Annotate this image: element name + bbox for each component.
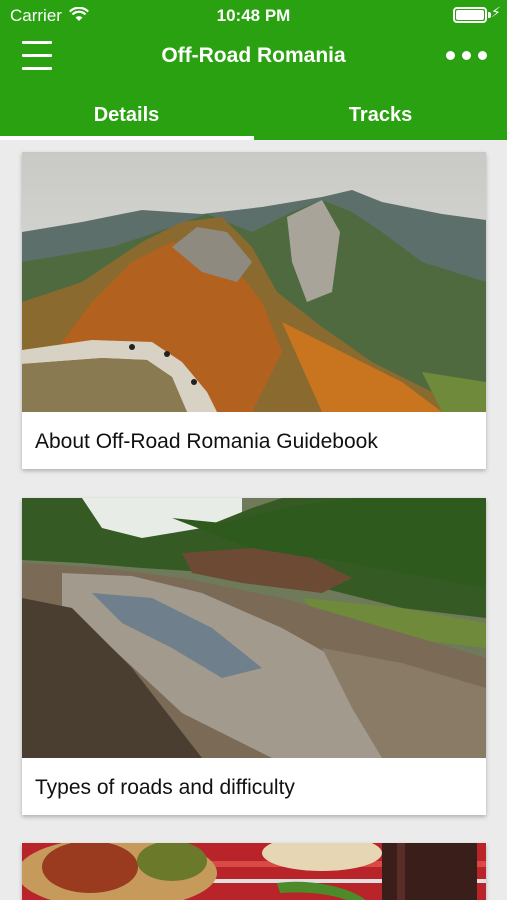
page-title: Off-Road Romania bbox=[161, 44, 346, 67]
status-time: 10:48 PM bbox=[216, 6, 291, 25]
app-header: Carrier 10:48 PM ⚡︎ Off-Road Romania Det… bbox=[0, 0, 507, 140]
mountain-road-autumn-photo bbox=[22, 152, 486, 412]
battery-icon bbox=[453, 7, 487, 23]
tab-bar: Details Tracks bbox=[0, 92, 507, 140]
charging-icon: ⚡︎ bbox=[491, 4, 501, 20]
card-title: Types of roads and difficulty bbox=[35, 776, 295, 799]
card-road-types[interactable]: Types of roads and difficulty bbox=[22, 498, 486, 815]
tab-details[interactable]: Details bbox=[0, 92, 253, 140]
more-dots-icon[interactable] bbox=[442, 48, 490, 64]
card-food[interactable] bbox=[22, 843, 486, 900]
card-about-guidebook[interactable]: About Off-Road Romania Guidebook bbox=[22, 152, 486, 469]
card-title: About Off-Road Romania Guidebook bbox=[35, 430, 378, 453]
muddy-forest-road-photo bbox=[22, 498, 486, 758]
food-table-photo bbox=[22, 843, 486, 900]
status-bar: Carrier 10:48 PM ⚡︎ bbox=[0, 0, 507, 30]
tab-indicator bbox=[0, 136, 254, 140]
tab-tracks[interactable]: Tracks bbox=[254, 92, 507, 140]
